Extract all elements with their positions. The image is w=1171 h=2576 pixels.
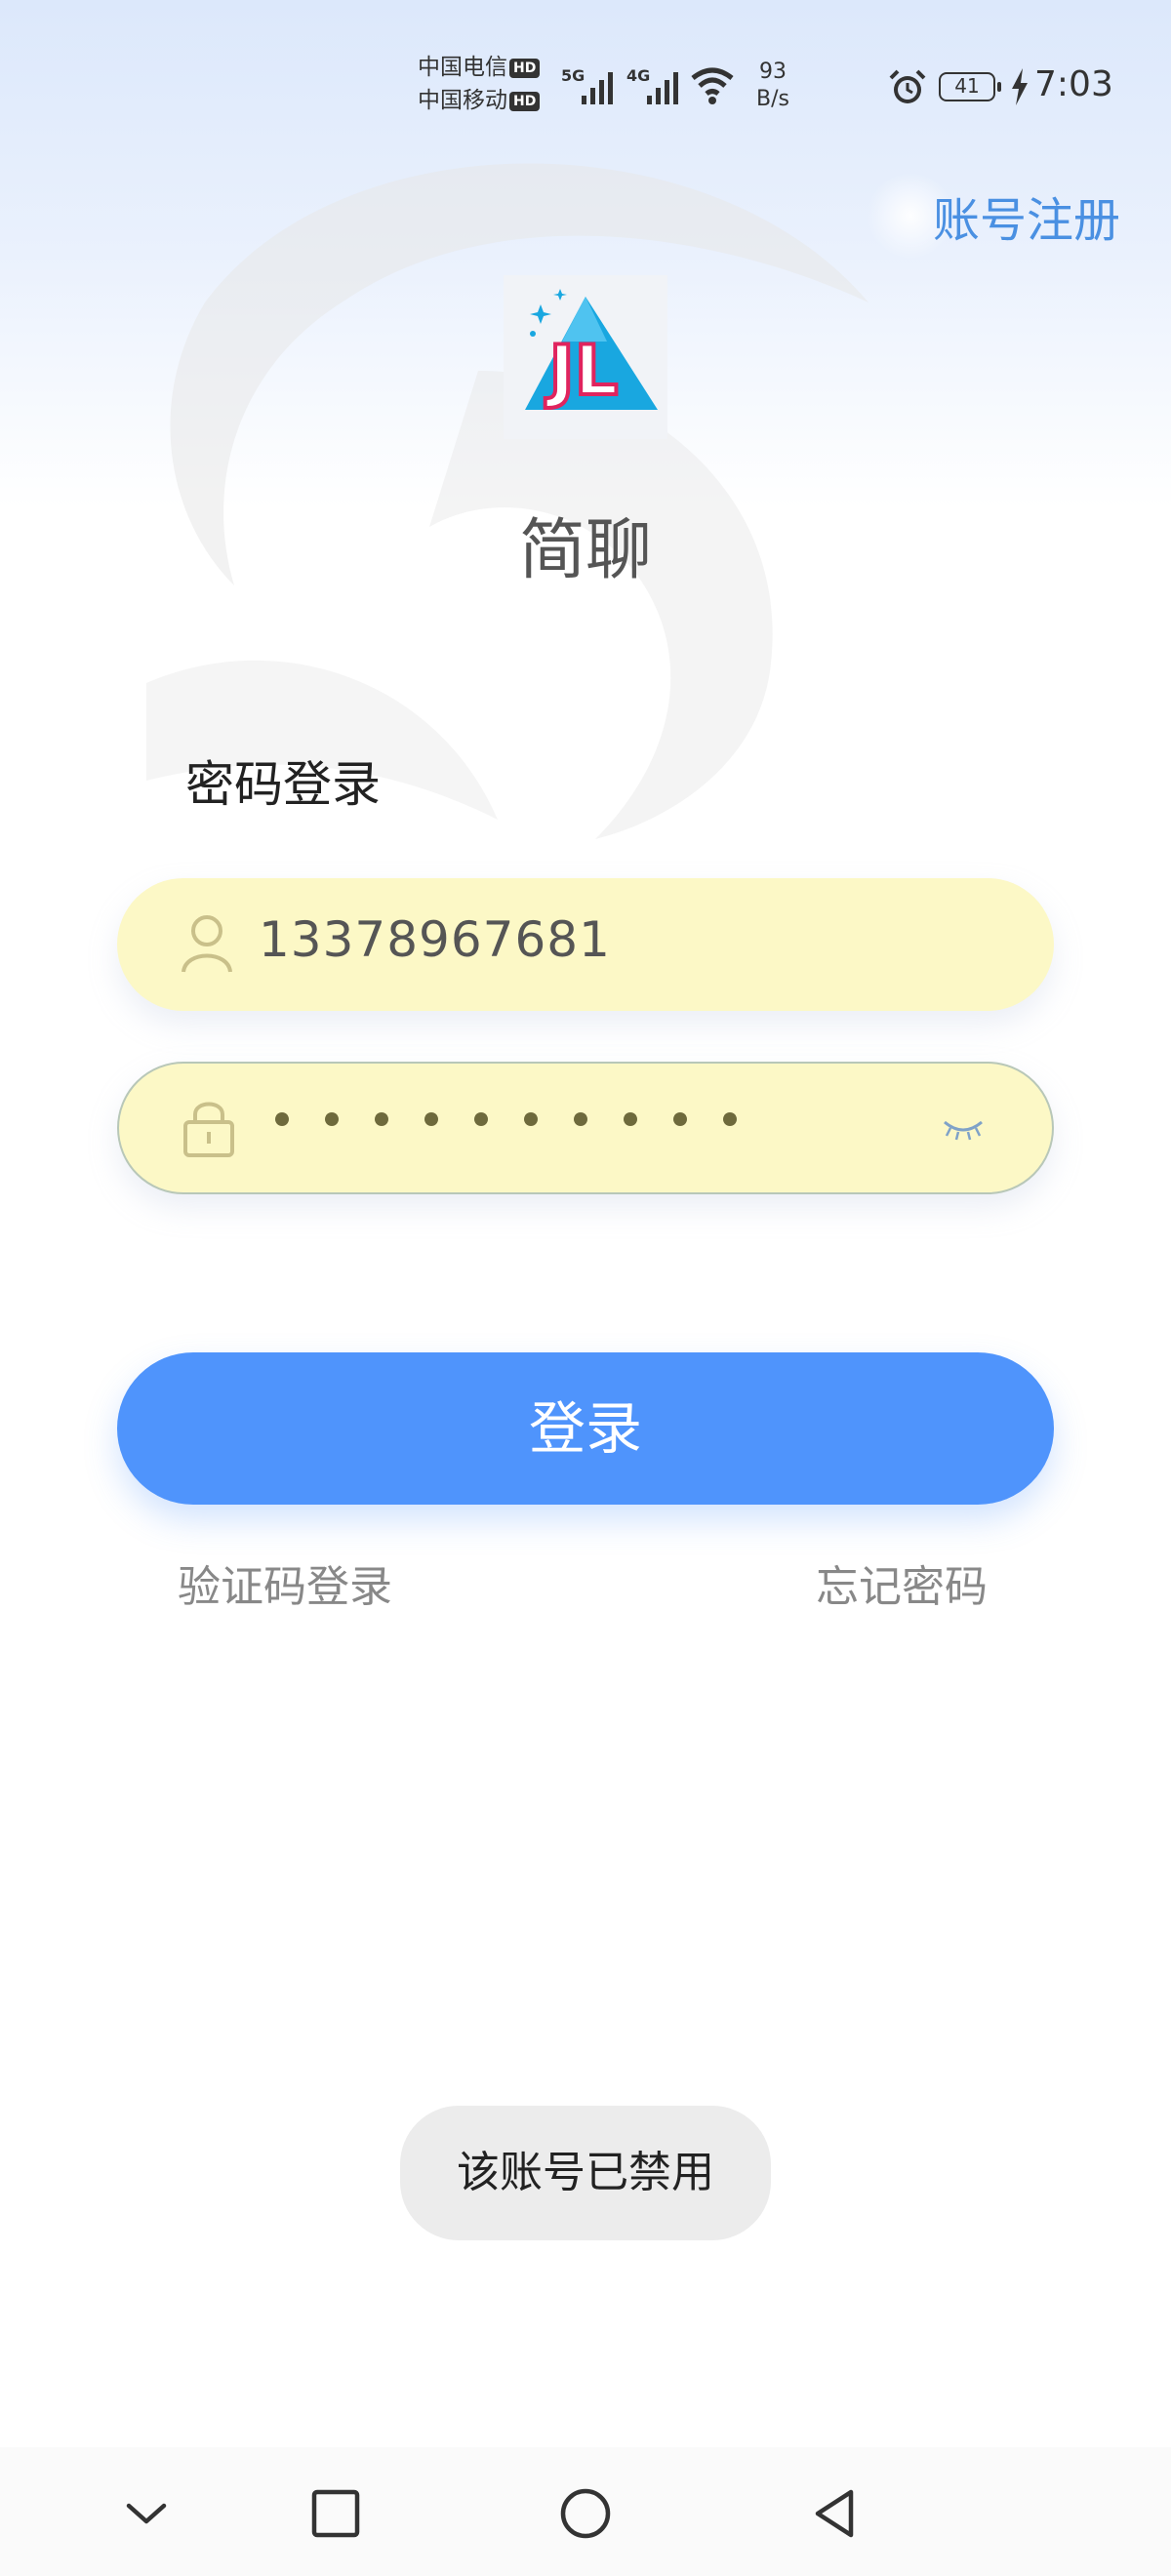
logo-image: JL	[525, 289, 658, 413]
password-dot	[524, 1112, 538, 1126]
password-dot	[723, 1112, 737, 1126]
status-time: 7:03	[1034, 64, 1113, 104]
status-carriers: 中国电信 HD 中国移动 HD	[418, 51, 541, 117]
password-login-title: 密码登录	[185, 756, 381, 813]
password-masked-value	[275, 1112, 737, 1126]
app-name: 简聊	[518, 512, 652, 589]
app-logo: JL	[504, 275, 667, 439]
charging-icon	[1012, 68, 1028, 105]
network-speed: 93 B/s	[744, 59, 802, 113]
nav-down-icon[interactable]	[119, 2486, 174, 2541]
password-dot	[624, 1112, 637, 1126]
carrier-2: 中国移动	[418, 88, 507, 113]
logo-text: JL	[545, 331, 619, 411]
speed-unit: B/s	[756, 87, 789, 111]
register-link[interactable]: 账号注册	[933, 181, 1120, 250]
lock-icon	[183, 1102, 234, 1157]
signal-icon	[647, 72, 678, 104]
eye-closed-icon[interactable]	[941, 1116, 986, 1142]
wifi-icon	[691, 67, 734, 104]
nav-back-icon[interactable]	[808, 2486, 863, 2541]
password-dot	[325, 1112, 339, 1126]
password-dot	[375, 1112, 388, 1126]
password-dot	[275, 1112, 289, 1126]
hd-badge-1: HD	[509, 58, 541, 78]
password-dot	[574, 1112, 587, 1126]
signal-icon	[582, 72, 613, 104]
toast-message: 该账号已禁用	[400, 2106, 771, 2240]
forgot-password-link[interactable]: 忘记密码	[816, 1551, 988, 1614]
battery-icon: 41	[939, 72, 1001, 101]
password-dot	[673, 1112, 687, 1126]
user-icon	[182, 915, 232, 973]
phone-value: 13378967681	[259, 911, 611, 968]
battery-level: 41	[954, 74, 980, 98]
hd-badge-2: HD	[509, 91, 541, 111]
alarm-icon	[889, 69, 926, 103]
sms-login-link[interactable]: 验证码登录	[178, 1551, 392, 1614]
nav-recents-icon[interactable]	[308, 2486, 363, 2541]
password-input[interactable]	[117, 1062, 1054, 1194]
password-dot	[424, 1112, 438, 1126]
password-dot	[474, 1112, 488, 1126]
login-button[interactable]: 登录	[117, 1352, 1054, 1505]
phone-input[interactable]: 13378967681	[117, 878, 1054, 1011]
nav-home-icon[interactable]	[558, 2486, 613, 2541]
system-nav-bar	[0, 2447, 1171, 2576]
carrier-1: 中国电信	[418, 55, 507, 80]
speed-value: 93	[759, 60, 787, 84]
